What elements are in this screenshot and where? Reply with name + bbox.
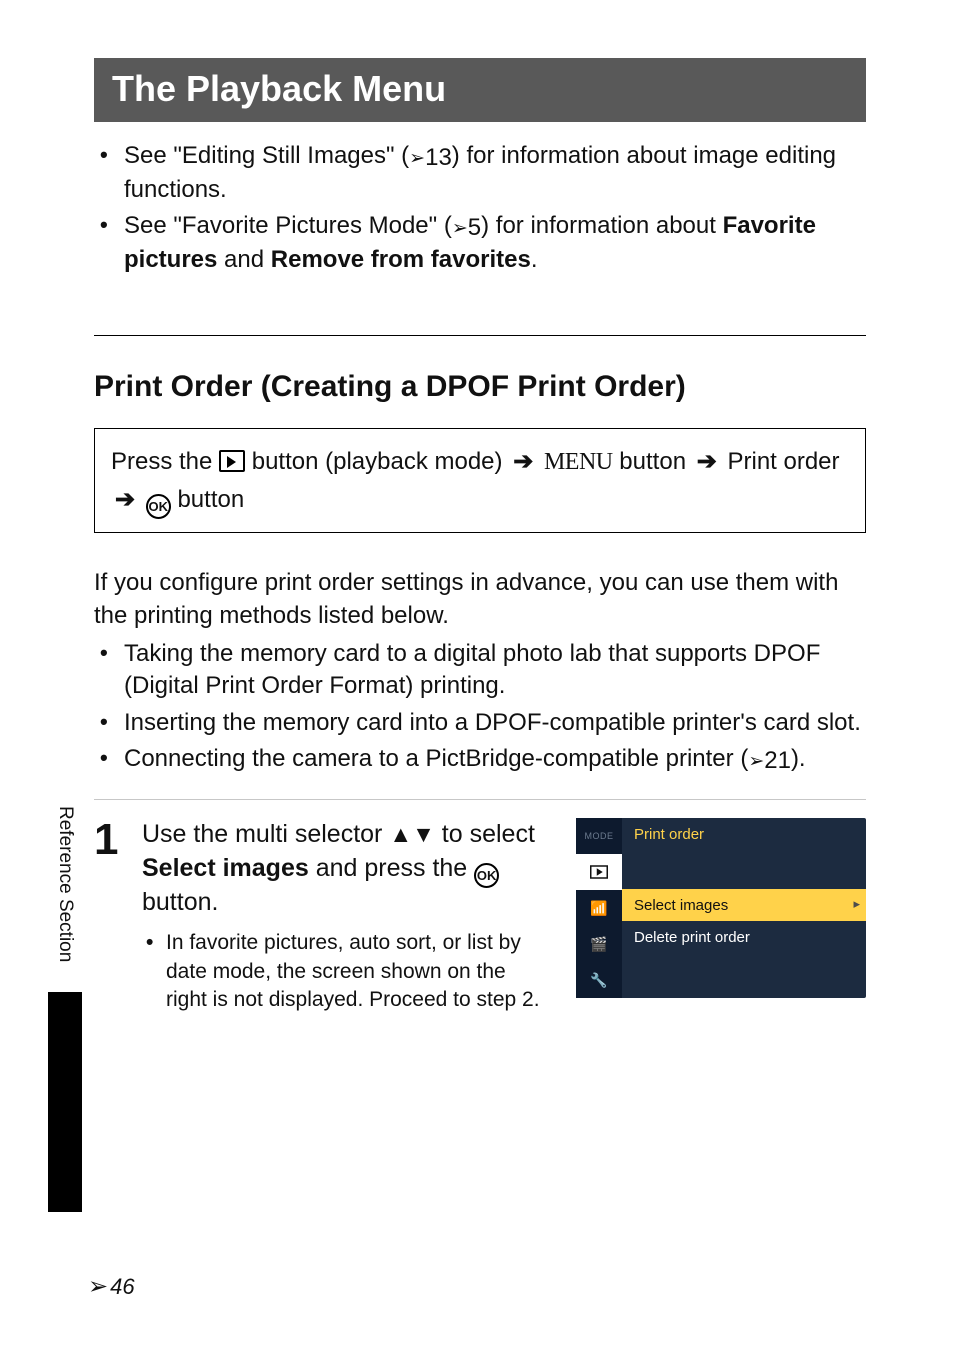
step-1: 1 Use the multi selector ▲▼ to select Se… bbox=[94, 799, 866, 1014]
text: to select bbox=[435, 820, 535, 848]
divider bbox=[94, 335, 866, 336]
intro-list: See "Editing Still Images" (➢13 ) for inf… bbox=[94, 140, 866, 277]
arrow-icon: ➔ bbox=[513, 448, 533, 475]
xref-icon: ➢13 bbox=[409, 142, 452, 174]
text: and press the bbox=[309, 854, 474, 882]
page-title: The Playback Menu bbox=[94, 58, 866, 122]
xref-num: 21 bbox=[764, 745, 791, 777]
text: button. bbox=[142, 888, 218, 916]
screen-tab-antenna[interactable]: 📶 bbox=[576, 890, 622, 926]
section-heading: Print Order (Creating a DPOF Print Order… bbox=[94, 370, 866, 404]
screen-tab-movie[interactable]: 🎬 bbox=[576, 926, 622, 962]
screen-main: Print order Select images Delete print o… bbox=[622, 818, 866, 998]
xref-icon: ➢21 bbox=[748, 745, 791, 777]
step-number: 1 bbox=[94, 818, 142, 862]
text: Use the multi selector bbox=[142, 820, 389, 848]
screen-tab-setup[interactable]: 🔧 bbox=[576, 962, 622, 998]
page-number: 46 bbox=[110, 1274, 134, 1300]
screen-tab-mode[interactable]: MODE bbox=[576, 818, 622, 854]
step-sub-bullet: In favorite pictures, auto sort, or list… bbox=[142, 929, 546, 1014]
xref-num: 5 bbox=[468, 212, 481, 244]
text: button bbox=[613, 448, 693, 475]
method-bullet: Connecting the camera to a PictBridge-co… bbox=[94, 743, 866, 777]
screen-menu-item[interactable]: Delete print order bbox=[622, 921, 866, 953]
playback-icon bbox=[219, 450, 245, 472]
screen-title: Print order bbox=[622, 818, 866, 847]
paragraph: If you configure print order settings in… bbox=[94, 567, 866, 632]
method-list: Taking the memory card to a digital phot… bbox=[94, 638, 866, 777]
camera-screen: MODE 📶 🎬 🔧 Print order Select images Del… bbox=[576, 818, 866, 998]
text: button (playback mode) bbox=[245, 448, 509, 475]
arrow-icon: ➔ bbox=[697, 448, 717, 475]
text: See "Editing Still Images" ( bbox=[124, 142, 409, 169]
xref-num: 13 bbox=[425, 142, 452, 174]
side-tab bbox=[48, 992, 82, 1212]
step-sub-list: In favorite pictures, auto sort, or list… bbox=[142, 929, 546, 1014]
intro-bullet-1: See "Editing Still Images" (➢13) for inf… bbox=[94, 140, 866, 206]
bold-text: Select images bbox=[142, 854, 309, 882]
screen-tab-strip: MODE 📶 🎬 🔧 bbox=[576, 818, 622, 998]
press-path-box: Press the button (playback mode) ➔ MENU … bbox=[94, 428, 866, 533]
text: and bbox=[217, 246, 270, 273]
method-bullet: Inserting the memory card into a DPOF-co… bbox=[94, 707, 866, 739]
text: button bbox=[177, 486, 244, 513]
up-down-icon: ▲▼ bbox=[389, 821, 435, 847]
text: Press the bbox=[111, 448, 219, 475]
ok-icon: OK bbox=[146, 494, 171, 519]
screen-tab-playback[interactable] bbox=[576, 854, 622, 890]
intro-bullet-2: See "Favorite Pictures Mode" (➢5) for in… bbox=[94, 210, 866, 276]
text: . bbox=[531, 246, 538, 273]
menu-glyph: MENU bbox=[544, 449, 613, 475]
ok-icon: OK bbox=[474, 863, 499, 888]
method-bullet: Taking the memory card to a digital phot… bbox=[94, 638, 866, 703]
page-footer: ➢46 bbox=[88, 1272, 135, 1301]
arrow-icon: ➔ bbox=[115, 486, 135, 513]
text: Print order bbox=[721, 448, 840, 475]
xref-icon: ➢5 bbox=[452, 212, 481, 244]
footer-icon: ➢ bbox=[88, 1272, 108, 1301]
text: ) for information about bbox=[481, 212, 722, 239]
bold-text: Remove from favorites bbox=[271, 246, 531, 273]
text: See "Favorite Pictures Mode" ( bbox=[124, 212, 452, 239]
step-heading: Use the multi selector ▲▼ to select Sele… bbox=[142, 818, 546, 919]
text: Connecting the camera to a PictBridge-co… bbox=[124, 745, 748, 772]
text: ). bbox=[791, 745, 806, 772]
screen-menu-item[interactable]: Select images bbox=[622, 889, 866, 921]
playback-icon bbox=[590, 865, 608, 879]
side-section-label: Reference Section bbox=[54, 806, 76, 962]
